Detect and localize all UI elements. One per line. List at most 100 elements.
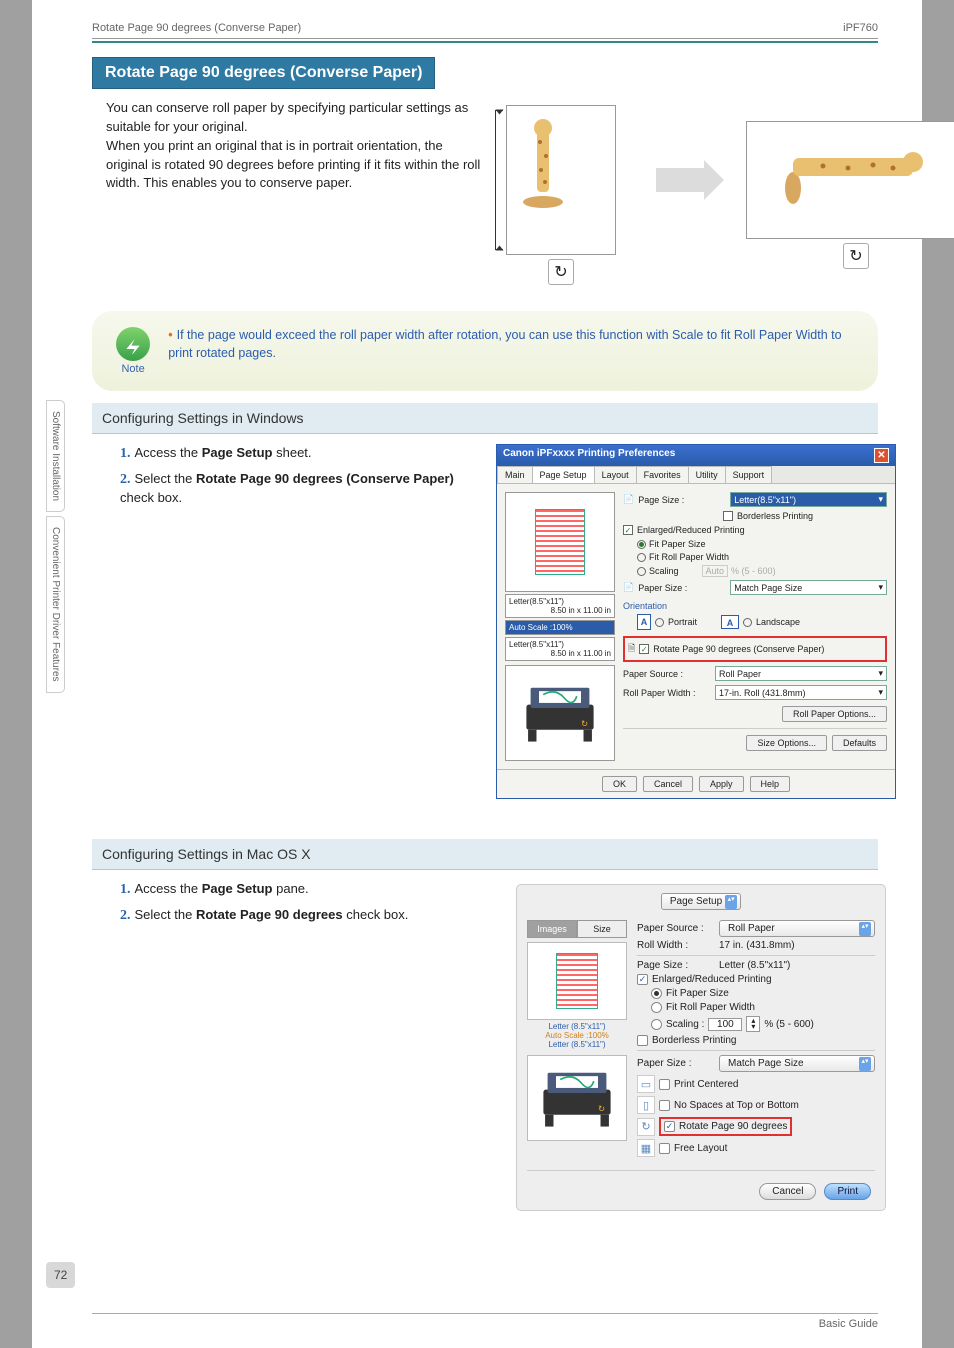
page-size-select[interactable]: Letter(8.5"x11")▾ (730, 492, 887, 507)
paper-source-label: Paper Source : (623, 669, 711, 679)
mac-heading: Configuring Settings in Mac OS X (92, 839, 878, 870)
apply-button[interactable]: Apply (699, 776, 744, 792)
tab-favorites[interactable]: Favorites (636, 466, 689, 483)
mac-printer-preview: ↻ (527, 1055, 627, 1141)
svg-text:↻: ↻ (581, 718, 588, 728)
rotate-highlight: 🗎 ✓ Rotate Page 90 degrees (Conserve Pap… (623, 636, 887, 662)
mac-page-size-label: Page Size : (637, 960, 715, 971)
free-layout-icon: ▦ (637, 1139, 655, 1157)
mac-no-spaces-label: No Spaces at Top or Bottom (674, 1100, 799, 1111)
paper-source-select[interactable]: Roll Paper▾ (715, 666, 887, 681)
mac-tab-size[interactable]: Size (577, 920, 627, 938)
windows-dialog: Canon iPFxxxx Printing Preferences ✕ Mai… (496, 444, 896, 799)
header-right: iPF760 (843, 22, 878, 34)
mac-centered-checkbox[interactable] (659, 1079, 670, 1090)
stepper-icon[interactable]: ▴▾ (746, 1016, 760, 1032)
paper-size-label: Paper Size : (638, 583, 726, 593)
side-tab-driver-features[interactable]: Convenient Printer Driver Features (46, 516, 65, 693)
side-tab-software[interactable]: Software Installation (46, 400, 65, 512)
borderless-checkbox[interactable] (723, 511, 733, 521)
cancel-button[interactable]: Cancel (643, 776, 693, 792)
note-icon (116, 327, 150, 361)
tab-main[interactable]: Main (497, 466, 533, 483)
rotate-checkbox[interactable]: ✓ (639, 644, 649, 654)
mac-free-layout-label: Free Layout (674, 1143, 727, 1154)
rotate-icon: ↻ (548, 259, 574, 285)
enlarge-reduce-checkbox[interactable]: ✓ (623, 525, 633, 535)
size-options-button[interactable]: Size Options... (746, 735, 827, 751)
step-2-mac: 2.Select the Rotate Page 90 degrees chec… (120, 906, 482, 926)
mac-scaling-radio[interactable] (651, 1019, 662, 1030)
paper-size-select[interactable]: Match Page Size▾ (730, 580, 887, 595)
header-left: Rotate Page 90 degrees (Converse Paper) (92, 22, 301, 34)
enlarge-reduce-label: Enlarged/Reduced Printing (637, 525, 745, 535)
scaling-label: Scaling (649, 566, 679, 576)
mac-borderless-checkbox[interactable] (637, 1035, 648, 1046)
close-icon[interactable]: ✕ (874, 448, 889, 463)
note-label: Note (112, 363, 154, 375)
mac-no-spaces-checkbox[interactable] (659, 1100, 670, 1111)
mac-tab-images[interactable]: Images (527, 920, 577, 938)
fit-roll-label: Fit Roll Paper Width (649, 552, 729, 562)
mac-paper-source-select[interactable]: Roll Paper▴▾ (719, 920, 875, 937)
scaling-value[interactable]: Auto (702, 565, 729, 577)
auto-scale-label: Auto Scale :100% (505, 620, 615, 635)
mac-fit-paper-radio[interactable] (651, 988, 662, 999)
roll-options-button[interactable]: Roll Paper Options... (782, 706, 887, 722)
printer-icon: ↻ (535, 1063, 619, 1133)
tab-layout[interactable]: Layout (594, 466, 637, 483)
help-button[interactable]: Help (750, 776, 791, 792)
section-title: Rotate Page 90 degrees (Converse Paper) (92, 57, 435, 89)
rotate-icon: ↻ (843, 243, 869, 269)
mac-free-layout-checkbox[interactable] (659, 1143, 670, 1154)
page-number: 72 (46, 1262, 75, 1288)
footer: Basic Guide (92, 1313, 878, 1330)
mac-rotate-checkbox[interactable]: ✓ (664, 1121, 675, 1132)
tab-utility[interactable]: Utility (688, 466, 726, 483)
mac-rotate-label: Rotate Page 90 degrees (679, 1121, 787, 1132)
rotation-illustration: ↻ ↻ (500, 99, 954, 285)
mac-rotate-highlight: ✓ Rotate Page 90 degrees (659, 1117, 792, 1136)
portrait-icon: A (637, 614, 651, 630)
step-1: 1.Access the Page Setup sheet. (120, 444, 482, 464)
fit-paper-label: Fit Paper Size (649, 539, 706, 549)
mac-cancel-button[interactable]: Cancel (759, 1183, 816, 1200)
defaults-button[interactable]: Defaults (832, 735, 887, 751)
no-spaces-icon: ▯ (637, 1096, 655, 1114)
intro-text: You can conserve roll paper by specifyin… (92, 99, 482, 285)
roll-width-select[interactable]: 17-in. Roll (431.8mm)▾ (715, 685, 887, 700)
mac-fit-roll-radio[interactable] (651, 1002, 662, 1013)
mac-preview (527, 942, 627, 1020)
mac-print-button[interactable]: Print (824, 1183, 871, 1200)
mac-enlarge-label: Enlarged/Reduced Printing (652, 974, 772, 985)
bullet-icon: • (168, 328, 172, 342)
tab-support[interactable]: Support (725, 466, 773, 483)
tab-page-setup[interactable]: Page Setup (532, 466, 595, 483)
portrait-label: Portrait (668, 617, 697, 627)
fit-paper-radio[interactable] (637, 540, 646, 549)
fit-roll-radio[interactable] (637, 553, 646, 562)
mac-info: Letter (8.5"x11") Auto Scale :100% Lette… (527, 1022, 627, 1049)
mac-enlarge-checkbox[interactable]: ✓ (637, 974, 648, 985)
portrait-radio[interactable] (655, 618, 664, 627)
mac-centered-label: Print Centered (674, 1079, 738, 1090)
step-1-mac: 1.Access the Page Setup pane. (120, 880, 482, 900)
mac-scaling-value[interactable]: 100 (708, 1018, 742, 1031)
scaling-radio[interactable] (637, 567, 646, 576)
size-label: Letter(8.5"x11") 8.50 in x 11.00 in (505, 594, 615, 618)
landscape-radio[interactable] (743, 618, 752, 627)
rotate-mac-icon: ↻ (637, 1118, 655, 1136)
dialog-title: Canon iPFxxxx Printing Preferences (503, 448, 675, 463)
borderless-label: Borderless Printing (737, 511, 813, 521)
step-2: 2.Select the Rotate Page 90 degrees (Con… (120, 470, 482, 508)
ok-button[interactable]: OK (602, 776, 637, 792)
pane-select[interactable]: Page Setup▴▾ (661, 893, 741, 910)
mac-paper-size2-label: Paper Size : (637, 1058, 715, 1069)
mac-roll-width-label: Roll Width : (637, 940, 715, 951)
size-label-2: Letter(8.5"x11") 8.50 in x 11.00 in (505, 637, 615, 661)
orientation-group: Orientation (623, 601, 887, 611)
note-content: If the page would exceed the roll paper … (168, 328, 841, 360)
mac-borderless-label: Borderless Printing (652, 1035, 736, 1046)
mac-paper-size2-select[interactable]: Match Page Size▴▾ (719, 1055, 875, 1072)
rotate-thumb-icon: 🗎 (628, 641, 635, 657)
